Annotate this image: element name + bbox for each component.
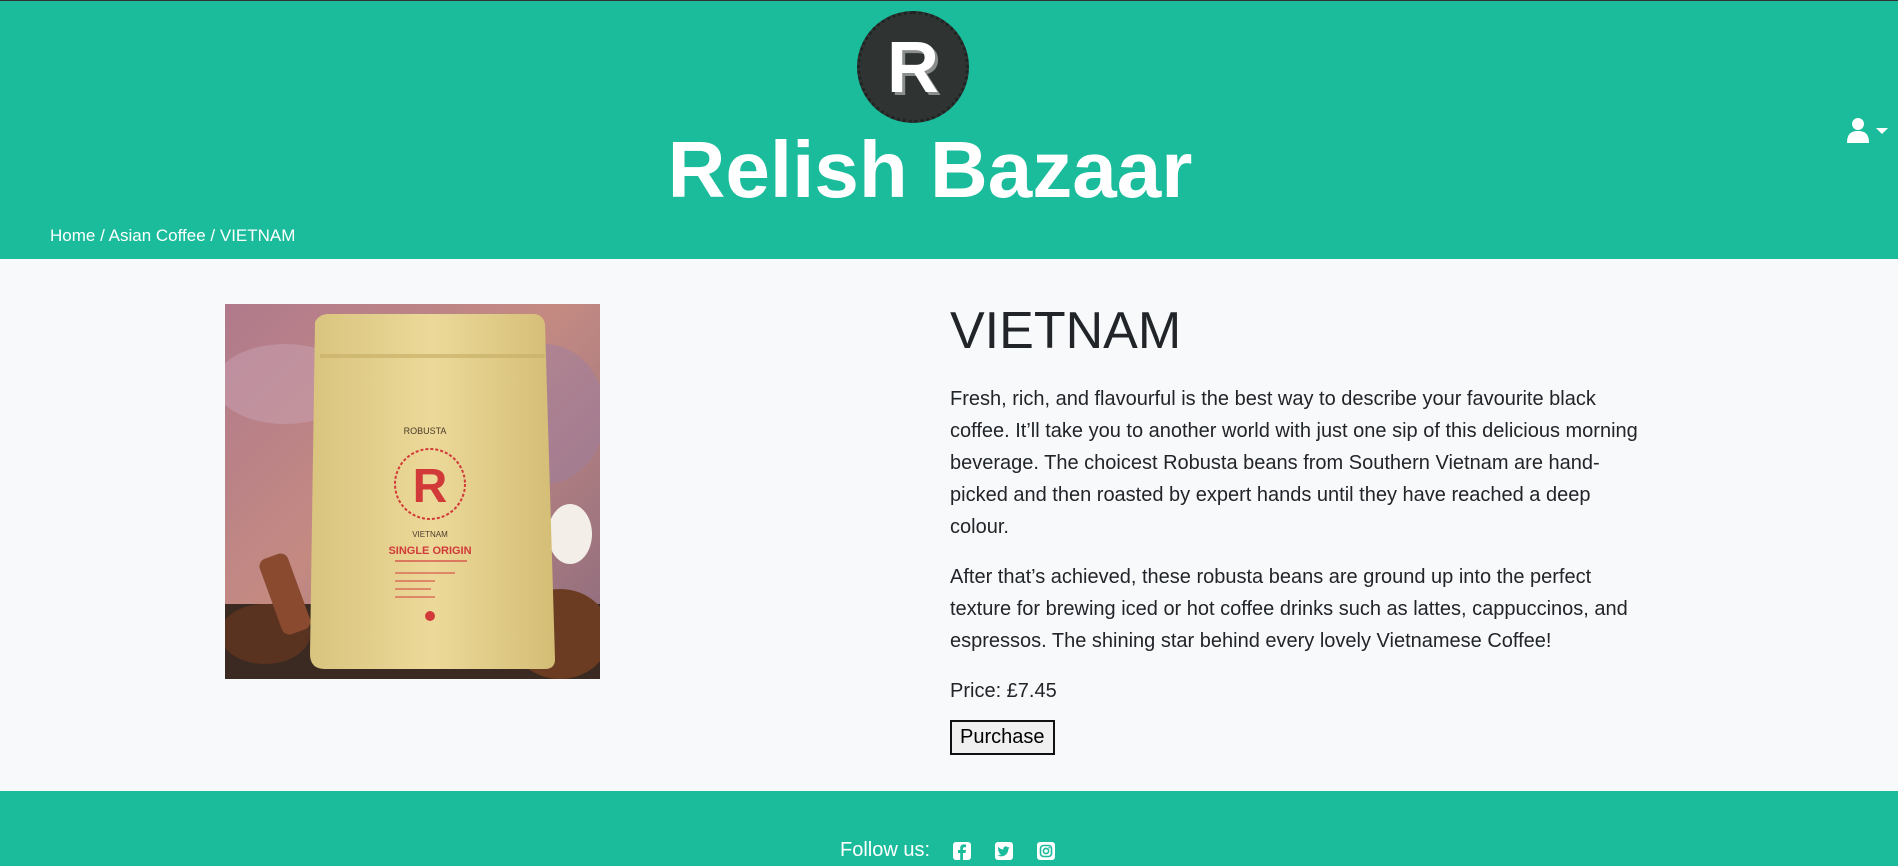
product-description-1: Fresh, rich, and flavourful is the best …: [950, 388, 1638, 538]
user-icon: [1847, 118, 1888, 143]
breadcrumb-separator: /: [210, 226, 216, 245]
bag-origin: VIETNAM: [412, 530, 448, 539]
breadcrumb-home[interactable]: Home: [50, 226, 95, 245]
user-menu-dropdown[interactable]: [1846, 118, 1890, 144]
bag-bean-type: ROBUSTA: [404, 426, 447, 436]
logo-letter: R: [887, 28, 939, 108]
product-image: ROBUSTA R VIETNAM SINGLE ORIGIN: [225, 304, 600, 679]
follow-label: Follow us:: [840, 839, 931, 861]
site-title: Relish Bazaar: [667, 125, 1193, 214]
product-price: Price: £7.45: [950, 680, 1057, 702]
facebook-icon[interactable]: [952, 841, 972, 861]
bag-brand-letter: R: [413, 460, 448, 513]
twitter-icon[interactable]: [994, 841, 1014, 861]
social-links: Follow us:: [840, 839, 1056, 862]
breadcrumb-separator: /: [100, 226, 105, 245]
product-title: VIETNAM: [950, 302, 1182, 360]
breadcrumb: Home / Asian Coffee / VIETNAM: [50, 226, 295, 246]
site-header: R Relish Bazaar Home / Asian Coffee / VI…: [0, 0, 1898, 259]
caret-down-icon: [1876, 128, 1888, 134]
purchase-button[interactable]: Purchase: [950, 720, 1055, 755]
product-description-2: After that’s achieved, these robusta bea…: [950, 566, 1628, 652]
product-section: ROBUSTA R VIETNAM SINGLE ORIGIN VIETNAM …: [0, 259, 1898, 791]
breadcrumb-asian-coffee[interactable]: Asian Coffee: [109, 226, 206, 245]
logo[interactable]: R: [857, 11, 969, 123]
instagram-icon[interactable]: [1036, 841, 1056, 861]
product-details: VIETNAM Fresh, rich, and flavourful is t…: [950, 301, 1650, 755]
site-footer: Follow us:: [0, 791, 1898, 866]
breadcrumb-current: VIETNAM: [219, 226, 296, 245]
bag-tagline: SINGLE ORIGIN: [388, 545, 471, 557]
